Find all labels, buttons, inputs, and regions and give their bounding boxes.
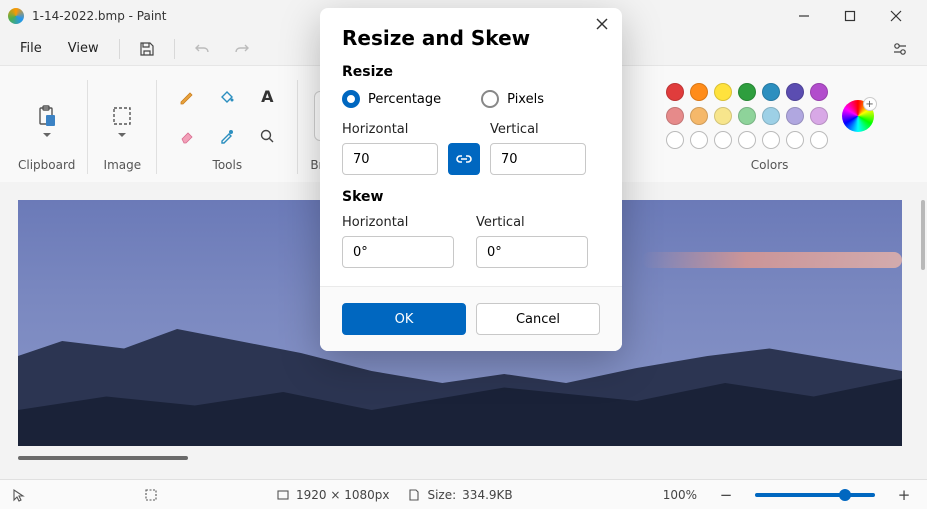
settings-button[interactable] — [883, 34, 917, 64]
ribbon-group-colors: + Colors — [658, 72, 882, 182]
pencil-tool[interactable] — [169, 78, 205, 114]
maximize-button[interactable] — [827, 0, 873, 32]
fill-tool[interactable] — [209, 78, 245, 114]
color-swatches — [666, 83, 828, 149]
menu-file[interactable]: File — [10, 35, 52, 62]
undo-button[interactable] — [185, 34, 219, 64]
color-swatch[interactable] — [714, 107, 732, 125]
resize-vertical-input[interactable] — [490, 143, 586, 175]
resize-skew-dialog: Resize and Skew Resize Percentage Pixels… — [320, 8, 622, 351]
color-swatch-empty[interactable] — [762, 131, 780, 149]
color-swatch[interactable] — [714, 83, 732, 101]
ribbon-label-tools: Tools — [213, 158, 243, 178]
edit-colors-button[interactable]: + — [842, 100, 874, 132]
ribbon-label-image: Image — [104, 158, 142, 178]
color-swatch-empty[interactable] — [786, 131, 804, 149]
radio-pixels[interactable]: Pixels — [481, 90, 544, 108]
separator — [297, 80, 298, 174]
save-button[interactable] — [130, 34, 164, 64]
size-label: Size: — [427, 488, 456, 502]
zoom-in-button[interactable]: + — [893, 484, 915, 506]
color-picker-tool[interactable] — [209, 118, 245, 154]
paste-button[interactable] — [27, 91, 67, 141]
radio-icon — [481, 90, 499, 108]
image-cloud — [642, 252, 902, 268]
skew-vertical-input[interactable] — [476, 236, 588, 268]
separator — [174, 39, 175, 59]
select-button[interactable] — [102, 91, 142, 141]
magnifier-tool[interactable] — [249, 118, 285, 154]
resize-horizontal-input[interactable] — [342, 143, 438, 175]
aspect-lock-button[interactable] — [448, 143, 480, 175]
cursor-tool-icon — [12, 488, 26, 502]
ribbon-group-tools: A Tools — [161, 72, 293, 182]
skew-horizontal-label: Horizontal — [342, 215, 466, 230]
color-swatch-empty[interactable] — [738, 131, 756, 149]
statusbar: 1920 × 1080px Size: 334.9KB 100% − + — [0, 479, 927, 509]
color-swatch[interactable] — [738, 107, 756, 125]
ok-button[interactable]: OK — [342, 303, 466, 335]
text-tool[interactable]: A — [249, 78, 285, 114]
skew-heading: Skew — [342, 189, 600, 205]
dialog-close-button[interactable] — [596, 18, 608, 30]
color-swatch[interactable] — [738, 83, 756, 101]
color-swatch[interactable] — [762, 107, 780, 125]
resize-horizontal-label: Horizontal — [342, 122, 438, 137]
color-swatch[interactable] — [666, 83, 684, 101]
size-value: 334.9KB — [462, 488, 512, 502]
color-swatch[interactable] — [762, 83, 780, 101]
skew-vertical-label: Vertical — [476, 215, 600, 230]
app-icon — [8, 8, 24, 24]
color-swatch[interactable] — [666, 107, 684, 125]
zoom-out-button[interactable]: − — [715, 484, 737, 506]
horizontal-scrollbar[interactable] — [18, 456, 188, 460]
color-swatch[interactable] — [810, 107, 828, 125]
radio-percentage-label: Percentage — [368, 92, 441, 107]
ribbon-label-colors: Colors — [751, 158, 789, 178]
skew-horizontal-input[interactable] — [342, 236, 454, 268]
separator — [156, 80, 157, 174]
dimensions-indicator: 1920 × 1080px — [276, 488, 389, 502]
dialog-title: Resize and Skew — [342, 26, 600, 50]
color-swatch[interactable] — [690, 83, 708, 101]
color-swatch[interactable] — [810, 83, 828, 101]
color-swatch[interactable] — [786, 83, 804, 101]
color-swatch[interactable] — [786, 107, 804, 125]
menu-view[interactable]: View — [58, 35, 109, 62]
zoom-level: 100% — [663, 488, 697, 502]
selection-indicator-icon — [144, 488, 158, 502]
vertical-scrollbar[interactable] — [921, 200, 925, 270]
eraser-tool[interactable] — [169, 118, 205, 154]
zoom-slider-thumb[interactable] — [839, 489, 851, 501]
color-swatch-empty[interactable] — [690, 131, 708, 149]
ribbon-label-clipboard: Clipboard — [18, 158, 75, 178]
radio-percentage[interactable]: Percentage — [342, 90, 441, 108]
dimensions-text: 1920 × 1080px — [296, 488, 389, 502]
color-swatch-empty[interactable] — [666, 131, 684, 149]
radio-pixels-label: Pixels — [507, 92, 544, 107]
close-button[interactable] — [873, 0, 919, 32]
redo-button[interactable] — [225, 34, 259, 64]
color-swatch-empty[interactable] — [810, 131, 828, 149]
separator — [87, 80, 88, 174]
color-swatch[interactable] — [690, 107, 708, 125]
resize-heading: Resize — [342, 64, 600, 80]
color-swatch-empty[interactable] — [714, 131, 732, 149]
zoom-slider[interactable] — [755, 493, 875, 497]
filesize-indicator: Size: 334.9KB — [407, 488, 512, 502]
resize-vertical-label: Vertical — [490, 122, 586, 137]
window-title: 1-14-2022.bmp - Paint — [32, 9, 167, 23]
ribbon-group-clipboard: Clipboard — [10, 72, 83, 182]
cancel-button[interactable]: Cancel — [476, 303, 600, 335]
separator — [119, 39, 120, 59]
ribbon-group-image: Image — [92, 72, 152, 182]
minimize-button[interactable] — [781, 0, 827, 32]
radio-icon — [342, 90, 360, 108]
